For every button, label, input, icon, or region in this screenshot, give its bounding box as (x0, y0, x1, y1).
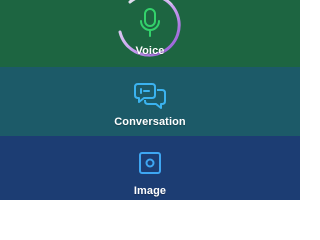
voice-label: Voice (135, 45, 165, 57)
camera-icon (139, 152, 161, 174)
microphone-icon (140, 8, 160, 37)
chat-bubbles-icon (134, 83, 166, 109)
mode-selector-screen: Voice Conversation Image (0, 0, 300, 200)
conversation-label: Conversation (114, 116, 186, 128)
conversation-mode-button[interactable]: Conversation (0, 67, 300, 136)
image-mode-button[interactable]: Image (0, 136, 300, 200)
voice-mode-button[interactable]: Voice (0, 0, 300, 67)
image-label: Image (133, 185, 167, 197)
